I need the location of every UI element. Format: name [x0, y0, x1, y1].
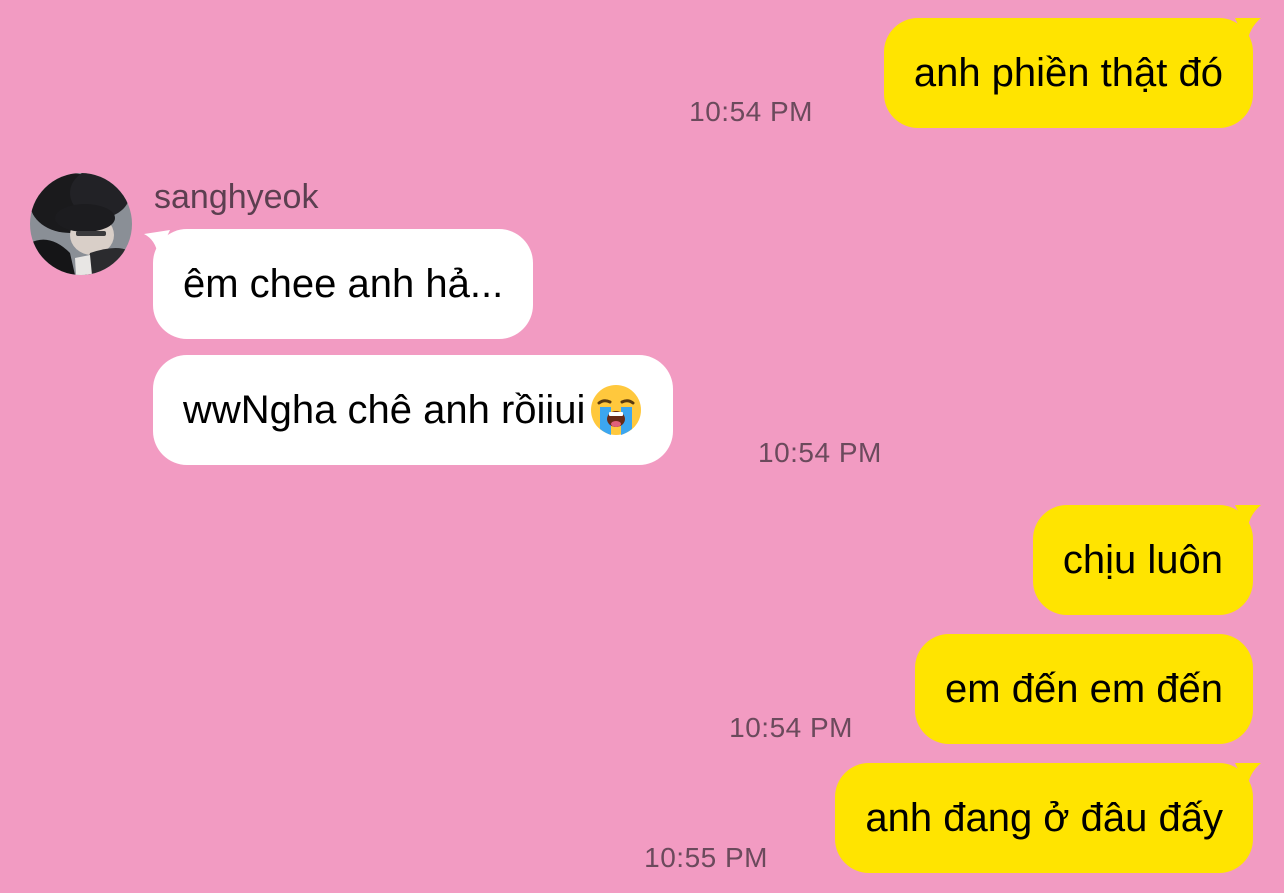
chat-view[interactable]: anh phiền thật đó 10:54 PM sanghyeok êm … — [0, 0, 1284, 893]
bubble-tail — [1235, 18, 1261, 44]
loudly-crying-face-icon — [591, 385, 642, 435]
message-text: em đến em đến — [945, 666, 1223, 711]
message-timestamp: 10:54 PM — [689, 96, 813, 127]
message-timestamp: 10:55 PM — [644, 842, 768, 873]
message-bubble-sent[interactable]: chịu luôn — [1032, 505, 1261, 615]
message-timestamp: 10:54 PM — [758, 437, 882, 468]
message-text: anh đang ở đâu đấy — [865, 795, 1223, 840]
message-text: wwNgha chê anh rồiiui — [183, 387, 586, 432]
message-bubble-received[interactable]: wwNgha chê anh rồiiui — [153, 355, 674, 465]
message-text: chịu luôn — [1062, 537, 1223, 582]
message-bubble-received[interactable]: êm chee anh hả... — [144, 229, 534, 339]
bubble-tail — [1235, 763, 1261, 789]
contact-avatar[interactable] — [30, 173, 132, 275]
sender-name: sanghyeok — [154, 178, 319, 216]
message-bubble-sent[interactable]: anh đang ở đâu đấy — [835, 763, 1261, 873]
avatar-image — [30, 173, 132, 275]
message-timestamp: 10:54 PM — [729, 712, 853, 743]
bubble-tail — [144, 230, 170, 256]
message-bubble-sent[interactable]: anh phiền thật đó — [883, 18, 1261, 128]
bubble-tail — [1235, 505, 1261, 531]
message-text: êm chee anh hả... — [183, 261, 504, 306]
message-bubble-sent[interactable]: em đến em đến — [915, 634, 1253, 744]
message-text: anh phiền thật đó — [913, 50, 1223, 95]
